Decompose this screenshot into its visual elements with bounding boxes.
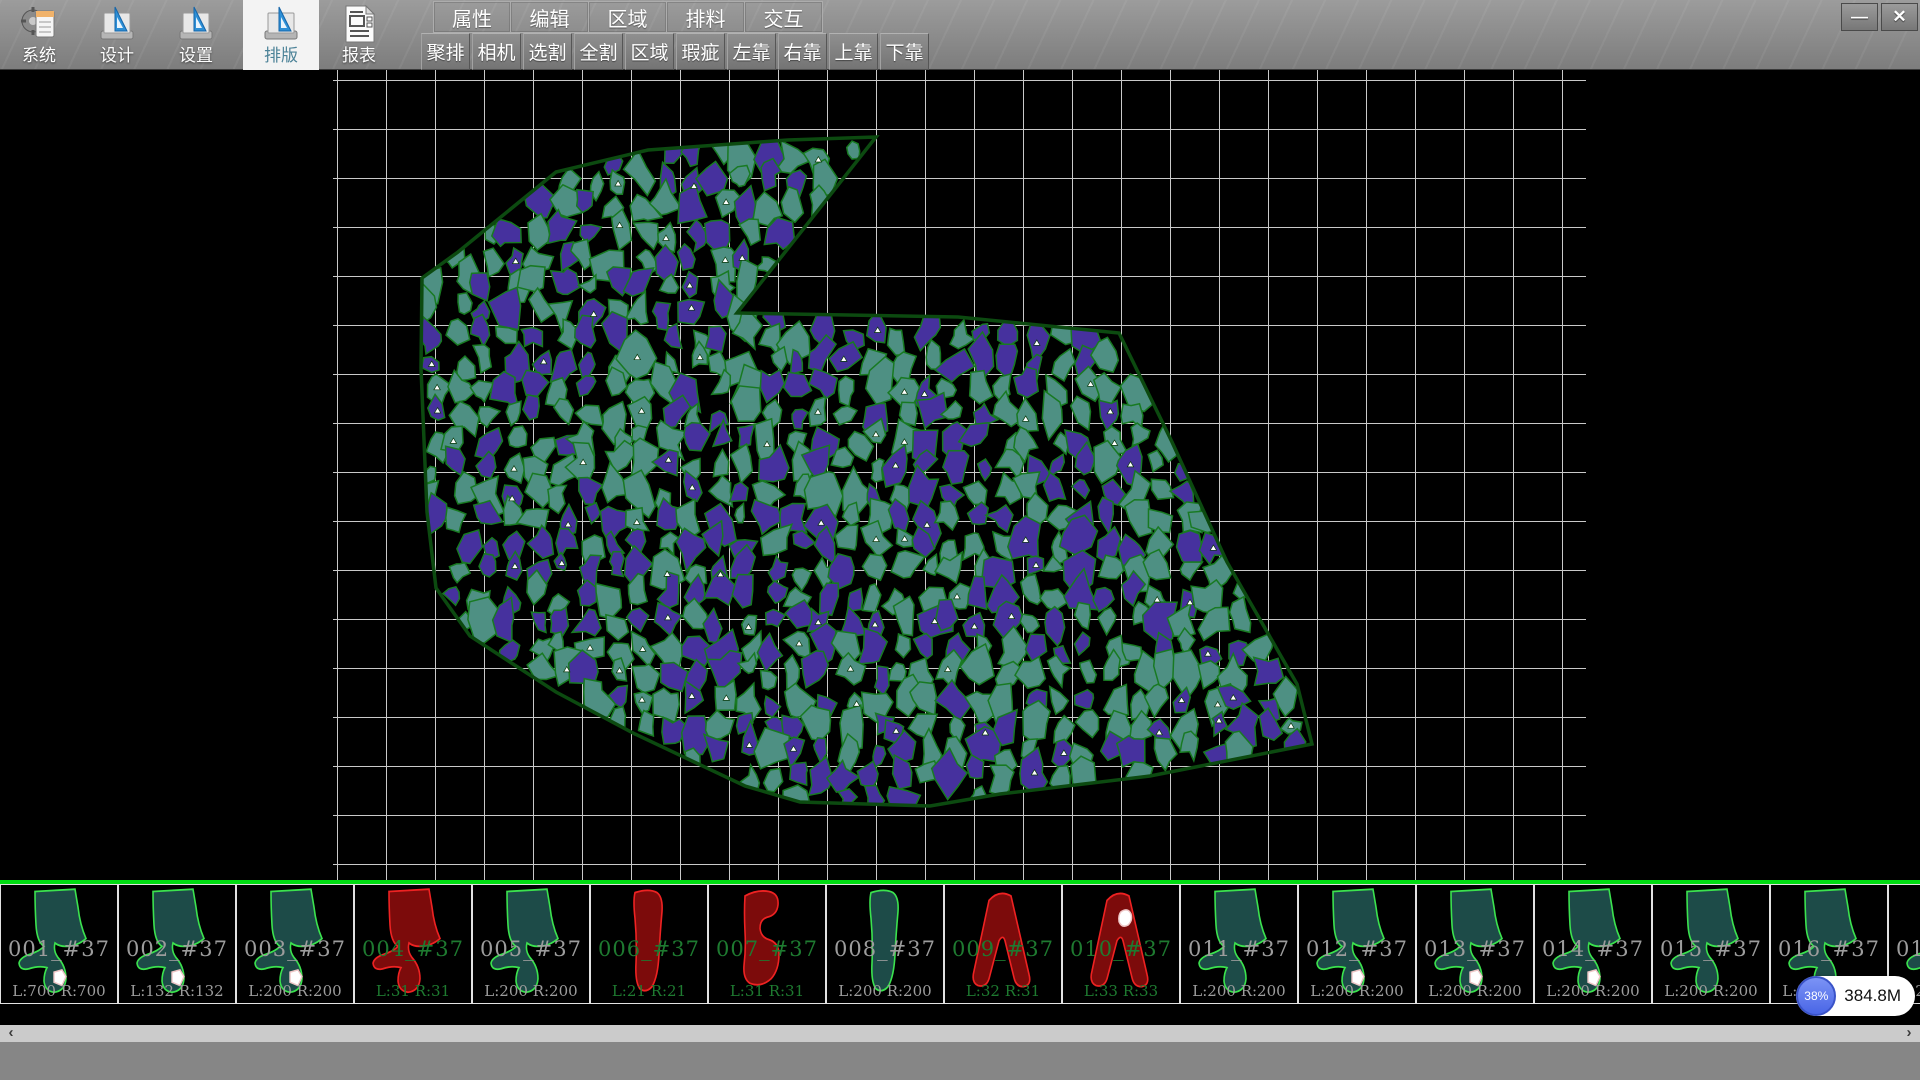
thumbnail-id: 012_#37 — [1299, 937, 1415, 961]
app-button-system[interactable]: 系统 — [8, 0, 70, 70]
report-icon — [339, 3, 379, 45]
thumbnail-id: 010_#37 — [1063, 937, 1179, 961]
minimize-button[interactable]: — — [1841, 3, 1878, 31]
thumbnail-cell-004_#37[interactable]: 004_#37 L:31 R:31 — [354, 884, 472, 1004]
nested-hide-svg — [0, 70, 1920, 880]
thumbnail-id: 001_#37 — [1, 937, 117, 961]
thumbnail-lr-count: L:200 R:200 — [1653, 982, 1769, 1000]
thumbnail-id: 017_#37 — [1889, 937, 1920, 961]
thumbnail-lr-count: L:200 R:200 — [1299, 982, 1415, 1000]
menu-item-0[interactable]: 属性 — [433, 1, 511, 33]
system-icon — [19, 3, 59, 45]
toolbar: 系统 设计 设置 排版 — [0, 0, 1920, 70]
settings-icon — [176, 3, 216, 45]
memory-value: 384.8M — [1844, 986, 1901, 1006]
thumbnail-lr-count: L:200 R:200 — [1417, 982, 1533, 1000]
thumbnail-id: 014_#37 — [1535, 937, 1651, 961]
app-button-label: 设置 — [179, 45, 213, 67]
tool-button-1[interactable]: 相机 — [472, 33, 521, 70]
thumbnail-id: 007_#37 — [709, 937, 825, 961]
thumbnail-lr-count: L:33 R:33 — [1063, 982, 1179, 1000]
thumbnail-lr-count: L:700 R:700 — [1, 982, 117, 1000]
thumbnail-cell-013_#37[interactable]: 013_#37 L:200 R:200 — [1416, 884, 1534, 1004]
nesting-canvas[interactable] — [0, 70, 1920, 880]
horizontal-scrollbar[interactable]: ‹ › — [0, 1025, 1920, 1042]
thumbnail-cell-008_#37[interactable]: 008_#37 L:200 R:200 — [826, 884, 944, 1004]
menu-item-4[interactable]: 交互 — [745, 1, 823, 33]
thumbnail-cell-012_#37[interactable]: 012_#37 L:200 R:200 — [1298, 884, 1416, 1004]
usage-percent-indicator: 38% — [1796, 976, 1836, 1016]
thumbnail-id: 006_#37 — [591, 937, 707, 961]
thumbnail-cell-003_#37[interactable]: 003_#37 L:200 R:200 — [236, 884, 354, 1004]
thumbnail-lr-count: L:200 R:200 — [237, 982, 353, 1000]
app-button-label: 排版 — [264, 45, 298, 67]
scroll-right-icon[interactable]: › — [1898, 1024, 1920, 1041]
piece-thumbnail-strip: 001_#37L:700 R:700002_#37L:132 R:132003_… — [0, 884, 1920, 1004]
thumbnail-cell-011_#37[interactable]: 011_#37 L:200 R:200 — [1180, 884, 1298, 1004]
tool-button-6[interactable]: 左靠 — [727, 33, 776, 70]
menu-item-3[interactable]: 排料 — [667, 1, 745, 33]
thumbnail-cell-015_#37[interactable]: 015_#37 L:200 R:200 — [1652, 884, 1770, 1004]
tool-button-5[interactable]: 瑕疵 — [676, 33, 725, 70]
thumbnail-id: 004_#37 — [355, 937, 471, 961]
thumbnail-cell-005_#37[interactable]: 005_#37 L:200 R:200 — [472, 884, 590, 1004]
close-button[interactable]: ✕ — [1881, 3, 1918, 31]
thumbnail-cell-009_#37[interactable]: 009_#37 L:32 R:31 — [944, 884, 1062, 1004]
thumbnail-cell-010_#37[interactable]: 010_#37 L:33 R:33 — [1062, 884, 1180, 1004]
nested-pieces — [411, 134, 1306, 818]
app-button-design[interactable]: 设计 — [86, 0, 148, 70]
thumbnail-id: 016_#37 — [1771, 937, 1887, 961]
app-button-layout[interactable]: 排版 — [243, 0, 319, 70]
thumbnail-lr-count: L:200 R:200 — [1181, 982, 1297, 1000]
thumbnail-id: 015_#37 — [1653, 937, 1769, 961]
thumbnail-cell-007_#37[interactable]: 007_#37 L:31 R:31 — [708, 884, 826, 1004]
thumbnail-cell-002_#37[interactable]: 002_#37 L:132 R:132 — [118, 884, 236, 1004]
thumbnail-id: 005_#37 — [473, 937, 589, 961]
app-button-settings[interactable]: 设置 — [165, 0, 227, 70]
app-button-label: 系统 — [22, 45, 56, 67]
tool-button-3[interactable]: 全割 — [574, 33, 623, 70]
scroll-left-icon[interactable]: ‹ — [0, 1024, 22, 1041]
thumbnail-id: 002_#37 — [119, 937, 235, 961]
thumbnail-lr-count: L:200 R:200 — [1535, 982, 1651, 1000]
tool-button-8[interactable]: 上靠 — [829, 33, 878, 70]
thumbnail-lr-count: L:200 R:200 — [827, 982, 943, 1000]
window-controls: — ✕ — [1841, 3, 1918, 31]
thumbnail-cell-014_#37[interactable]: 014_#37 L:200 R:200 — [1534, 884, 1652, 1004]
tool-button-4[interactable]: 区域 — [625, 33, 674, 70]
tool-button-0[interactable]: 聚排 — [421, 33, 470, 70]
tool-bar: 聚排相机选割全割区域瑕疵左靠右靠上靠下靠 — [421, 33, 931, 70]
thumbnail-cell-006_#37[interactable]: 006_#37 L:21 R:21 — [590, 884, 708, 1004]
tool-button-7[interactable]: 右靠 — [778, 33, 827, 70]
app-button-label: 设计 — [100, 45, 134, 67]
menu-item-2[interactable]: 区域 — [589, 1, 667, 33]
thumbnail-lr-count: L:31 R:31 — [355, 982, 471, 1000]
thumbnail-id: 013_#37 — [1417, 937, 1533, 961]
memory-usage-badge: 38% 384.8M — [1796, 976, 1915, 1016]
thumbnail-lr-count: L:32 R:31 — [945, 982, 1061, 1000]
layout-icon — [261, 3, 301, 45]
thumbnail-lr-count: L:200 R:200 — [473, 982, 589, 1000]
thumbnail-lr-count: L:31 R:31 — [709, 982, 825, 1000]
bottom-status-bar — [0, 1042, 1920, 1080]
thumbnail-id: 003_#37 — [237, 937, 353, 961]
design-icon — [97, 3, 137, 45]
menu-bar: 属性编辑区域排料交互 — [433, 1, 823, 33]
thumbnail-id: 011_#37 — [1181, 937, 1297, 961]
app-button-label: 报表 — [342, 45, 376, 67]
tool-button-9[interactable]: 下靠 — [880, 33, 929, 70]
thumbnail-id: 008_#37 — [827, 937, 943, 961]
tool-button-2[interactable]: 选割 — [523, 33, 572, 70]
thumbnail-lr-count: L:21 R:21 — [591, 982, 707, 1000]
thumbnail-cell-001_#37[interactable]: 001_#37 L:700 R:700 — [0, 884, 118, 1004]
menu-item-1[interactable]: 编辑 — [511, 1, 589, 33]
thumbnail-id: 009_#37 — [945, 937, 1061, 961]
thumbnail-lr-count: L:132 R:132 — [119, 982, 235, 1000]
app-button-report[interactable]: 报表 — [328, 0, 390, 70]
